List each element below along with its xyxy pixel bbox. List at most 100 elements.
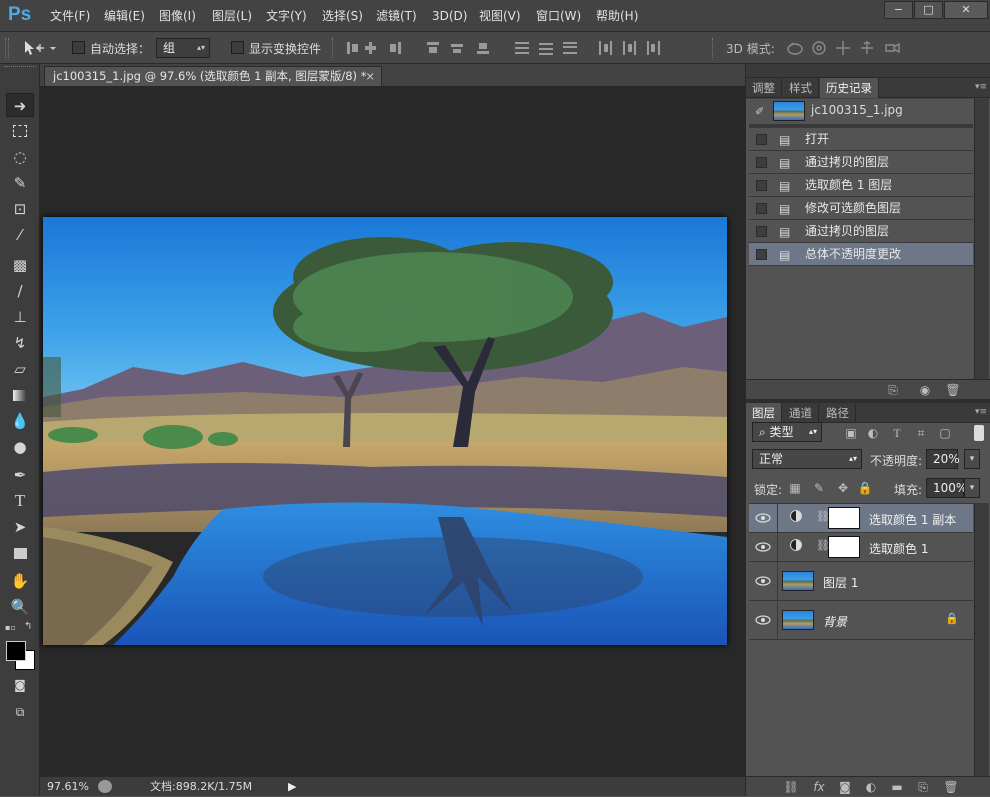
- history-brush-checkbox[interactable]: [756, 180, 767, 191]
- visibility-eye-icon[interactable]: [755, 575, 771, 587]
- auto-select-dropdown[interactable]: 组 ▴▾: [156, 38, 210, 58]
- history-scrollbar[interactable]: [974, 99, 989, 379]
- tab-channels[interactable]: 通道: [783, 403, 819, 423]
- tab-styles[interactable]: 样式: [783, 78, 819, 98]
- tools-grip[interactable]: [4, 66, 36, 70]
- show-transform-checkbox[interactable]: [231, 41, 244, 54]
- new-document-from-state-icon[interactable]: ⎘: [884, 380, 902, 400]
- menu-3d[interactable]: 3D(D): [430, 0, 469, 32]
- history-item[interactable]: ▤ 通过拷贝的图层: [749, 220, 973, 243]
- menu-filter[interactable]: 滤镜(T): [374, 0, 419, 32]
- minimize-button[interactable]: −: [884, 1, 913, 19]
- gradient-tool-icon[interactable]: [6, 383, 34, 407]
- align-distribute-icons[interactable]: [345, 40, 685, 56]
- quick-select-tool-icon[interactable]: ✎: [6, 171, 34, 195]
- menu-help[interactable]: 帮助(H): [594, 0, 640, 32]
- tab-paths[interactable]: 路径: [820, 403, 856, 423]
- visibility-eye-icon[interactable]: [755, 512, 771, 524]
- close-button[interactable]: ✕: [944, 1, 988, 19]
- crop-tool-icon[interactable]: ⊡: [6, 197, 34, 221]
- move-tool-icon[interactable]: [22, 39, 62, 57]
- history-item[interactable]: ▤ 通过拷贝的图层: [749, 151, 973, 174]
- new-adjustment-icon[interactable]: ◐: [862, 777, 880, 797]
- options-grip[interactable]: [5, 38, 9, 58]
- menu-image[interactable]: 图像(I): [157, 0, 198, 32]
- swap-colors-icon[interactable]: ↰: [24, 621, 32, 632]
- history-item[interactable]: ▤ 选取颜色 1 图层: [749, 174, 973, 197]
- lock-icon[interactable]: 🔒: [945, 612, 959, 625]
- layer-name[interactable]: 选取颜色 1: [869, 540, 928, 557]
- layers-scrollbar[interactable]: [974, 503, 989, 776]
- default-colors-icon[interactable]: ▪▫: [5, 623, 16, 632]
- history-brush-checkbox[interactable]: [756, 157, 767, 168]
- brush-tool-icon[interactable]: ∕: [6, 279, 34, 303]
- healing-brush-tool-icon[interactable]: ▩: [6, 253, 34, 277]
- zoom-level[interactable]: 97.61%: [47, 777, 89, 796]
- filter-shape-icon[interactable]: ⌗: [912, 423, 930, 443]
- history-brush-checkbox[interactable]: [756, 249, 767, 260]
- adjustment-layer-icon[interactable]: [790, 539, 802, 551]
- menu-layer[interactable]: 图层(L): [210, 0, 254, 32]
- fill-input[interactable]: 100%: [926, 478, 967, 498]
- tab-adjustments[interactable]: 调整: [746, 78, 782, 98]
- snapshot-camera-icon[interactable]: ◉: [916, 380, 934, 400]
- lock-image-icon[interactable]: ✎: [810, 478, 828, 498]
- filter-adjustment-icon[interactable]: ◐: [864, 423, 882, 443]
- layer-thumbnail[interactable]: [782, 571, 814, 591]
- eraser-tool-icon[interactable]: ▱: [6, 357, 34, 381]
- opacity-slider-toggle[interactable]: ▾: [964, 449, 980, 469]
- clone-stamp-tool-icon[interactable]: ⊥: [6, 305, 34, 329]
- layer-mask-thumbnail[interactable]: [828, 536, 860, 558]
- type-tool-icon[interactable]: T: [6, 489, 34, 513]
- hand-tool-icon[interactable]: ✋: [6, 569, 34, 593]
- history-brush-source-icon[interactable]: ✐: [755, 105, 764, 118]
- layers-panel-menu-icon[interactable]: ▾≡: [975, 407, 987, 417]
- document-tab[interactable]: jc100315_1.jpg @ 97.6% (选取颜色 1 副本, 图层蒙版/…: [44, 66, 382, 86]
- marquee-tool-icon[interactable]: [6, 119, 34, 143]
- blur-tool-icon[interactable]: 💧: [6, 409, 34, 433]
- history-item[interactable]: ▤ 打开: [749, 128, 973, 151]
- quick-mask-icon[interactable]: ◙: [6, 673, 34, 697]
- blend-mode-dropdown[interactable]: 正常 ▴▾: [752, 449, 862, 469]
- adjustment-layer-icon[interactable]: [790, 510, 802, 522]
- menu-type[interactable]: 文字(Y): [264, 0, 309, 32]
- close-tab-icon[interactable]: ×: [365, 67, 375, 85]
- lock-transparent-icon[interactable]: ▦: [786, 478, 804, 498]
- layer-thumbnail[interactable]: [782, 610, 814, 630]
- filter-type-icon[interactable]: T: [888, 423, 906, 443]
- layer-row[interactable]: 背景 🔒: [749, 601, 973, 640]
- history-item-selected[interactable]: ▤ 总体不透明度更改: [749, 243, 973, 266]
- menu-window[interactable]: 窗口(W): [534, 0, 583, 32]
- visibility-eye-icon[interactable]: [755, 541, 771, 553]
- dodge-tool-icon[interactable]: ●: [6, 435, 34, 459]
- history-brush-tool-icon[interactable]: ↯: [6, 331, 34, 355]
- canvas-area[interactable]: [40, 86, 745, 776]
- filter-smart-object-icon[interactable]: ▢: [936, 423, 954, 443]
- new-group-folder-icon[interactable]: ▬: [888, 777, 906, 797]
- opacity-input[interactable]: 20%: [926, 449, 960, 469]
- pen-tool-icon[interactable]: ✒: [6, 463, 34, 487]
- 3d-tools-icons[interactable]: [786, 39, 906, 57]
- layer-name[interactable]: 背景: [823, 613, 847, 630]
- trash-icon[interactable]: 🗑: [944, 380, 962, 400]
- dock-header[interactable]: [746, 64, 990, 78]
- layer-name[interactable]: 图层 1: [823, 574, 858, 591]
- fill-slider-toggle[interactable]: ▾: [964, 478, 980, 498]
- move-tool-icon[interactable]: ➜: [6, 93, 34, 117]
- eyedropper-tool-icon[interactable]: ⁄: [6, 223, 34, 247]
- screen-mode-icon[interactable]: ⧉: [6, 700, 34, 724]
- layer-mask-thumbnail[interactable]: [828, 507, 860, 529]
- delete-layer-trash-icon[interactable]: 🗑: [942, 777, 960, 797]
- lock-position-icon[interactable]: ✥: [834, 478, 852, 498]
- foreground-color-swatch[interactable]: [6, 641, 26, 661]
- layer-row[interactable]: ⛓ 选取颜色 1: [749, 533, 973, 562]
- status-info-icon[interactable]: [98, 780, 112, 793]
- menu-view[interactable]: 视图(V): [477, 0, 523, 32]
- new-layer-icon[interactable]: ⎘: [914, 777, 932, 797]
- filter-pixel-icon[interactable]: ▣: [842, 423, 860, 443]
- tab-history[interactable]: 历史记录: [820, 78, 879, 98]
- link-layers-icon[interactable]: ⛓: [782, 777, 800, 797]
- layer-row[interactable]: 图层 1: [749, 562, 973, 601]
- layer-row-selected[interactable]: ⛓ 选取颜色 1 副本: [749, 504, 973, 533]
- menu-edit[interactable]: 编辑(E): [102, 0, 147, 32]
